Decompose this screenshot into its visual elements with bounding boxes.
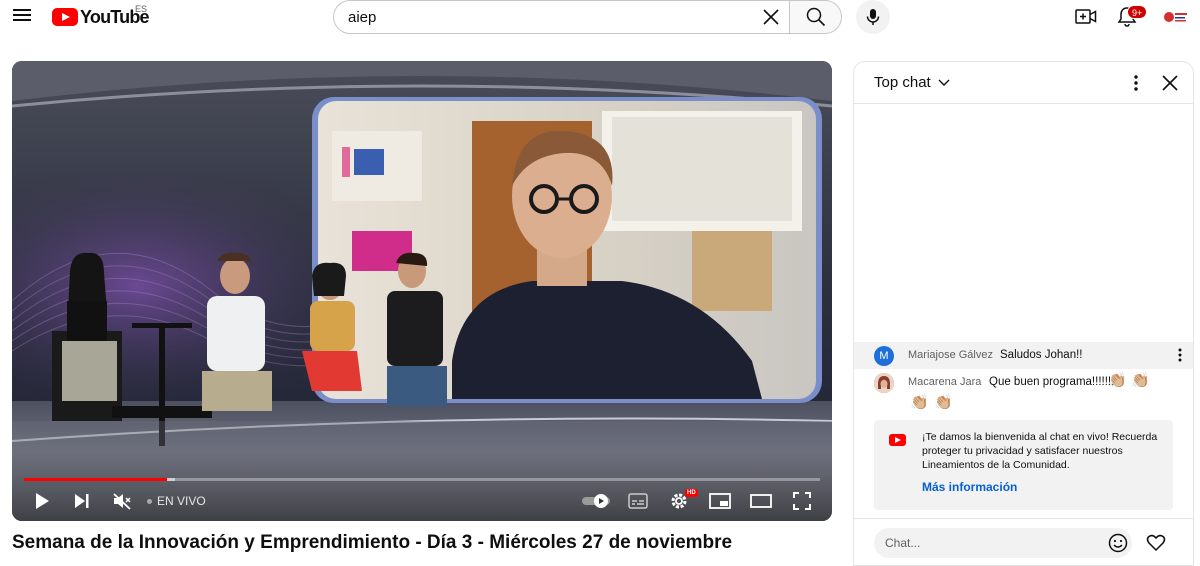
autoplay-toggle-icon <box>582 494 610 508</box>
theater-mode-button[interactable] <box>749 489 773 513</box>
message-author[interactable]: Mariajose Gálvez <box>908 349 993 361</box>
chat-more-button[interactable] <box>1126 72 1146 94</box>
live-chat-panel: Top chat M Mariajose Gálvez Saludos Joha… <box>853 61 1194 566</box>
mic-icon <box>866 9 880 25</box>
video-player[interactable]: EN VIVO HD <box>12 61 832 521</box>
chat-welcome-banner: ¡Te damos la bienvenida al chat en vivo!… <box>874 420 1173 510</box>
autoplay-toggle[interactable] <box>580 489 612 513</box>
fullscreen-button[interactable] <box>790 489 814 513</box>
more-vert-icon <box>1178 348 1182 362</box>
welcome-text: ¡Te damos la bienvenida al chat en vivo!… <box>922 431 1158 471</box>
live-indicator[interactable]: EN VIVO <box>147 494 206 508</box>
clapping-emoji: 👏🏼 <box>934 394 953 411</box>
next-button[interactable] <box>70 489 94 513</box>
search-button[interactable] <box>789 0 842 34</box>
captions-icon <box>628 493 648 509</box>
heart-icon <box>1146 534 1166 552</box>
voice-search-button[interactable] <box>856 0 890 34</box>
miniplayer-button[interactable] <box>708 489 732 513</box>
masthead: YouTube ES 9+ <box>0 0 1200 34</box>
account-avatar[interactable] <box>1160 6 1190 28</box>
account-logo-icon <box>1164 12 1187 22</box>
more-vert-icon <box>1134 75 1138 91</box>
play-icon <box>36 493 49 509</box>
chat-input-bar <box>854 518 1193 565</box>
mute-button[interactable] <box>110 489 134 513</box>
clapping-emoji: 👏🏼 <box>1108 372 1127 389</box>
fullscreen-icon <box>793 492 811 510</box>
create-button[interactable] <box>1073 5 1099 29</box>
author-avatar <box>874 373 894 393</box>
search-icon <box>806 7 825 27</box>
country-code: ES <box>135 4 148 14</box>
youtube-icon <box>889 434 906 446</box>
live-dot <box>147 498 152 504</box>
clear-icon <box>763 9 779 25</box>
like-button[interactable] <box>1144 531 1168 555</box>
mute-icon <box>113 493 131 510</box>
chat-mode-label: Top chat <box>874 74 931 91</box>
search-input[interactable] <box>348 1 748 33</box>
clapping-emoji: 👏🏼 <box>910 394 929 411</box>
clapping-emoji: 👏🏼 <box>1131 372 1150 389</box>
notification-count-badge: 9+ <box>1127 5 1148 19</box>
create-icon <box>1075 9 1097 24</box>
chat-mode-dropdown[interactable]: Top chat <box>874 74 951 91</box>
chat-close-button[interactable] <box>1159 72 1181 94</box>
search-box <box>333 0 789 34</box>
chat-input[interactable] <box>874 528 1132 558</box>
emoji-icon <box>1108 533 1128 553</box>
emoji-button[interactable] <box>1106 531 1130 555</box>
progress-played <box>24 478 168 481</box>
live-label: EN VIVO <box>157 494 206 508</box>
video-title: Semana de la Innovación y Emprendimiento… <box>12 532 733 553</box>
hd-badge: HD <box>685 489 698 497</box>
youtube-play-icon <box>52 8 78 26</box>
close-icon <box>1162 75 1178 91</box>
clear-search-button[interactable] <box>760 6 782 28</box>
captions-button[interactable] <box>626 489 650 513</box>
more-info-link[interactable]: Más información <box>922 480 1017 494</box>
message-more-button[interactable] <box>1172 346 1188 364</box>
theater-icon <box>750 494 772 508</box>
chat-header: Top chat <box>854 62 1193 104</box>
message-author[interactable]: Macarena Jara <box>908 376 981 388</box>
chat-message[interactable]: Macarena Jara Que buen programa!!!!!!! 👏… <box>854 369 1193 419</box>
progress-bar[interactable] <box>24 478 820 481</box>
avatar-photo-icon <box>874 373 894 393</box>
author-avatar: M <box>874 346 894 366</box>
next-icon <box>75 494 89 508</box>
chat-message[interactable]: M Mariajose Gálvez Saludos Johan!! <box>854 342 1193 369</box>
message-text: Saludos Johan!! <box>1000 349 1083 361</box>
play-button[interactable] <box>30 489 54 513</box>
miniplayer-icon <box>709 493 731 509</box>
menu-icon[interactable] <box>10 6 34 28</box>
chevron-down-icon <box>938 79 950 86</box>
message-text: Que buen programa!!!!!!! <box>989 376 1115 388</box>
